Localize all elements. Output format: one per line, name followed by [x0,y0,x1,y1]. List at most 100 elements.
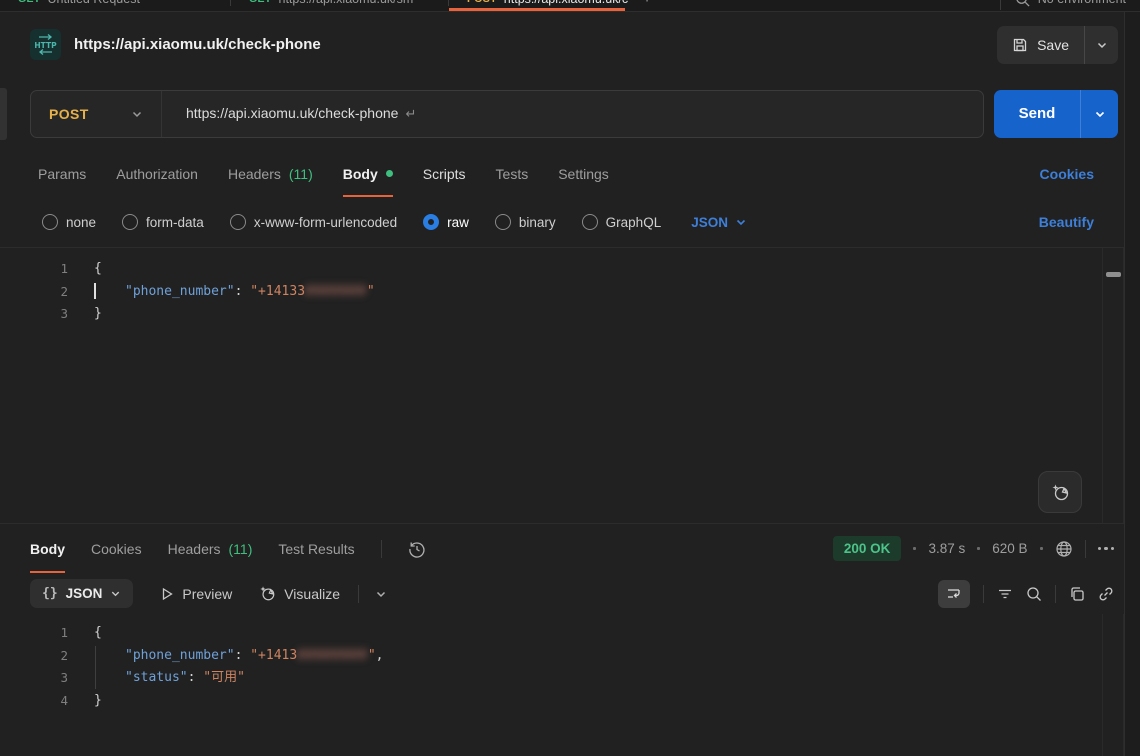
environment-label: No environment [1038,0,1126,6]
enter-hint-icon: ↵ [405,106,416,121]
preview-button[interactable]: Preview [160,586,232,602]
request-header: HTTP https://api.xiaomu.uk/check-phone S… [0,12,1140,77]
radio-icon [582,214,598,230]
editor-scrollbar[interactable] [1102,248,1124,523]
format-dropdown[interactable]: JSON [691,215,747,230]
method-label: POST [49,106,89,122]
workspace-tab-bar: GET Untitled Request GET https://api.xia… [0,0,1140,12]
scrollbar-thumb[interactable] [1106,272,1121,277]
filter-icon[interactable] [997,586,1013,602]
body-content-dot [386,170,393,177]
radio-binary[interactable]: binary [495,214,556,230]
tab-headers[interactable]: Headers(11) [228,150,313,197]
tab-params[interactable]: Params [38,150,86,197]
radio-graphql[interactable]: GraphQL [582,214,662,230]
radio-none[interactable]: none [42,214,96,230]
status-badge: 200 OK [833,536,902,561]
radio-icon [122,214,138,230]
editor-scrollbar[interactable] [1102,614,1124,756]
tab-title: Untitled Request [48,0,140,6]
response-body-viewer[interactable]: 1 2 3 4 { "phone_number": "+1413########… [0,614,1140,756]
line-numbers: 1 2 3 4 [0,622,70,756]
radio-icon [42,214,58,230]
cookies-link[interactable]: Cookies [1040,166,1094,182]
radio-icon [495,214,511,230]
active-tab-underline [449,8,625,11]
postman-window: GET Untitled Request GET https://api.xia… [0,0,1140,756]
request-tab-untitled[interactable]: GET Untitled Request [0,0,230,12]
request-title: https://api.xiaomu.uk/check-phone [74,36,984,53]
more-options-icon[interactable] [1098,547,1115,551]
radio-form-data[interactable]: form-data [122,214,204,230]
beautify-link[interactable]: Beautify [1039,214,1094,230]
tab-tests[interactable]: Tests [496,150,529,197]
magic-wand-icon [259,585,276,602]
response-size: 620 B [992,541,1027,556]
response-tab-body[interactable]: Body [30,524,65,573]
response-format-dropdown[interactable]: {} JSON [30,579,133,608]
visualize-options-button[interactable] [375,588,387,600]
response-tab-headers[interactable]: Headers(11) [168,524,253,573]
search-icon[interactable] [1026,586,1042,602]
method-selector[interactable]: POST [31,91,161,137]
request-body-editor[interactable]: 1 2 3 { "phone_number": "+14133#######" … [0,247,1140,524]
tab-body[interactable]: Body [343,150,393,197]
line-numbers: 1 2 3 [0,258,70,523]
code-area[interactable]: { "phone_number": "+1413########", "stat… [70,622,1140,756]
history-icon[interactable] [408,540,426,558]
request-tab-2[interactable]: GET https://api.xiaomu.uk/sm [231,0,448,12]
code-line: { [94,622,1140,645]
svg-text:HTTP: HTTP [34,41,57,50]
copy-icon[interactable] [1069,586,1085,602]
headers-count: (11) [289,166,313,182]
window-scrollbar-rail[interactable] [1124,12,1140,756]
chevron-down-icon [110,588,121,599]
environment-selector[interactable]: No environment [1001,0,1140,7]
tab-scripts[interactable]: Scripts [423,150,466,197]
radio-urlencoded[interactable]: x-www-form-urlencoded [230,214,397,230]
save-options-button[interactable] [1085,26,1118,64]
magic-wand-icon [1051,483,1070,502]
wrap-text-button[interactable] [938,580,970,608]
url-value: https://api.xiaomu.uk/check-phone [186,105,398,121]
tab-settings[interactable]: Settings [558,150,609,197]
play-icon [160,587,174,601]
radio-raw[interactable]: raw [423,214,469,230]
indent-guide [95,646,96,689]
tab-title: https://api.xiaomu.uk/sm [279,0,414,6]
chevron-down-icon [735,216,747,228]
send-button[interactable]: Send [994,90,1080,138]
send-button-group: Send [994,90,1118,138]
separator-dot [913,547,916,550]
wrap-text-icon [946,586,962,602]
response-format-row: {} JSON Preview Visualize [0,573,1140,614]
url-input[interactable]: https://api.xiaomu.uk/check-phone ↵ [162,105,983,122]
tab-method-label: POST [467,0,497,5]
save-label: Save [1037,37,1069,53]
json-braces-icon: {} [42,586,58,601]
separator-dot [1040,547,1043,550]
tab-title: https://api.xiaomu.uk/c [504,0,628,6]
new-tab-button[interactable]: + [632,0,662,8]
visualize-button[interactable]: Visualize [259,585,340,602]
response-tab-test-results[interactable]: Test Results [278,524,354,573]
tab-method-label: GET [18,0,41,5]
divider [358,585,359,603]
url-row: POST https://api.xiaomu.uk/check-phone↵ … [0,77,1140,150]
sidebar-handle[interactable] [0,88,7,140]
response-tab-cookies[interactable]: Cookies [91,524,142,573]
link-icon[interactable] [1098,586,1114,602]
network-globe-icon[interactable] [1055,540,1073,558]
code-line: } [94,690,1140,713]
radio-selected-icon [423,214,439,230]
send-options-button[interactable] [1081,90,1118,138]
url-bar: POST https://api.xiaomu.uk/check-phone ↵ [30,90,984,138]
divider [983,585,984,603]
tab-authorization[interactable]: Authorization [116,150,198,197]
code-area[interactable]: { "phone_number": "+14133#######" } [70,258,1140,523]
tab-method-label: GET [249,0,272,5]
save-button[interactable]: Save [997,26,1084,64]
radio-icon [230,214,246,230]
postbot-button[interactable] [1038,471,1082,513]
code-line: { [94,258,1140,281]
